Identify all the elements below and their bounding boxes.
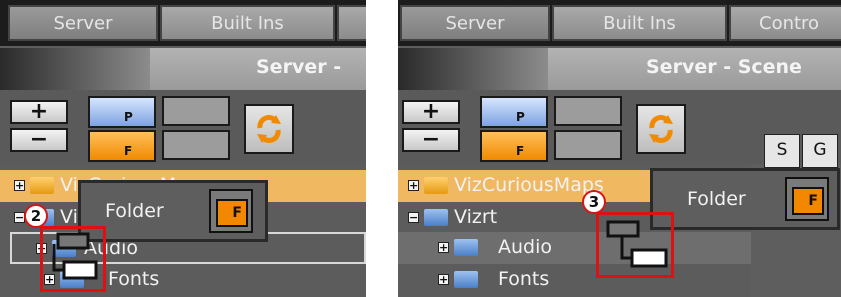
- tree-row-fonts[interactable]: + Fonts: [398, 264, 751, 296]
- add-folder-button[interactable]: F: [480, 130, 548, 162]
- add-folder-button[interactable]: F: [88, 130, 156, 162]
- add-project-button[interactable]: P: [480, 96, 548, 128]
- page-title: Server - Scene: [646, 56, 802, 78]
- tab-server[interactable]: Server: [8, 5, 158, 41]
- refresh-button[interactable]: [636, 104, 686, 154]
- collapse-icon[interactable]: −: [408, 212, 419, 223]
- drag-folder-icon: [606, 220, 668, 268]
- tab-partial[interactable]: [337, 5, 366, 41]
- folder-icon: [424, 177, 448, 194]
- remove-button[interactable]: −: [402, 128, 460, 152]
- server-title-bar: Server - Scene: [398, 48, 841, 90]
- tab-bar: Server Built Ins Contro: [398, 0, 841, 46]
- folder-drag-tooltip: Folder F: [650, 168, 840, 230]
- drag-folder-icon: [52, 232, 98, 280]
- side-tab-strip: S G: [756, 130, 841, 170]
- tab-bar: Server Built Ins: [0, 0, 366, 46]
- tree-label: Vizrt: [454, 206, 498, 228]
- tree-label: Fonts: [498, 268, 550, 290]
- tab-control[interactable]: Contro: [729, 5, 841, 41]
- f-label: F: [124, 144, 133, 158]
- step-badge: 2: [24, 204, 48, 228]
- p-label: P: [124, 110, 133, 124]
- folder-button-icon: F: [209, 189, 253, 233]
- folder-icon: [424, 209, 448, 226]
- step-badge: 3: [582, 190, 606, 214]
- link-button[interactable]: [554, 96, 622, 126]
- refresh-icon: [649, 115, 673, 143]
- tab-built-ins[interactable]: Built Ins: [552, 5, 727, 41]
- right-screenshot-panel: Server Built Ins Contro Server - Scene +…: [398, 0, 841, 297]
- folder-icon: [454, 239, 478, 256]
- tree-label: VizCuriousMaps: [454, 174, 604, 196]
- tree-label: Fonts: [108, 268, 160, 290]
- tooltip-label: Folder: [105, 200, 164, 222]
- refresh-button[interactable]: [244, 104, 294, 154]
- side-tab-s[interactable]: S: [764, 134, 800, 168]
- folder-icon: [30, 177, 54, 194]
- add-project-button[interactable]: P: [88, 96, 156, 128]
- unlink-button[interactable]: [554, 130, 622, 160]
- f-label: F: [516, 144, 525, 158]
- tree-label: Audio: [498, 236, 553, 258]
- page-title: Server -: [256, 56, 342, 78]
- left-screenshot-panel: Server Built Ins Server - + − P F + − Vi…: [0, 0, 366, 297]
- add-button[interactable]: +: [10, 100, 68, 124]
- tree-label: Vi: [60, 206, 78, 228]
- tooltip-label: Folder: [687, 188, 746, 210]
- p-label: P: [516, 110, 525, 124]
- server-title-bar: Server -: [0, 48, 366, 90]
- add-button[interactable]: +: [402, 100, 460, 124]
- toolbar: + − P F: [0, 90, 366, 164]
- tree-row-audio[interactable]: + Audio: [398, 232, 751, 264]
- tab-server[interactable]: Server: [400, 5, 550, 41]
- expand-icon[interactable]: +: [438, 274, 449, 285]
- remove-button[interactable]: −: [10, 128, 68, 152]
- link-button[interactable]: [162, 96, 230, 126]
- unlink-button[interactable]: [162, 130, 230, 160]
- folder-icon: [454, 271, 478, 288]
- expand-icon[interactable]: +: [408, 180, 419, 191]
- folder-button-icon: F: [785, 177, 829, 221]
- side-tab-g[interactable]: G: [802, 134, 838, 168]
- expand-icon[interactable]: +: [14, 180, 25, 191]
- refresh-icon: [257, 115, 281, 143]
- expand-icon[interactable]: +: [438, 242, 449, 253]
- folder-drag-tooltip: Folder F: [78, 180, 268, 242]
- tab-built-ins[interactable]: Built Ins: [160, 5, 335, 41]
